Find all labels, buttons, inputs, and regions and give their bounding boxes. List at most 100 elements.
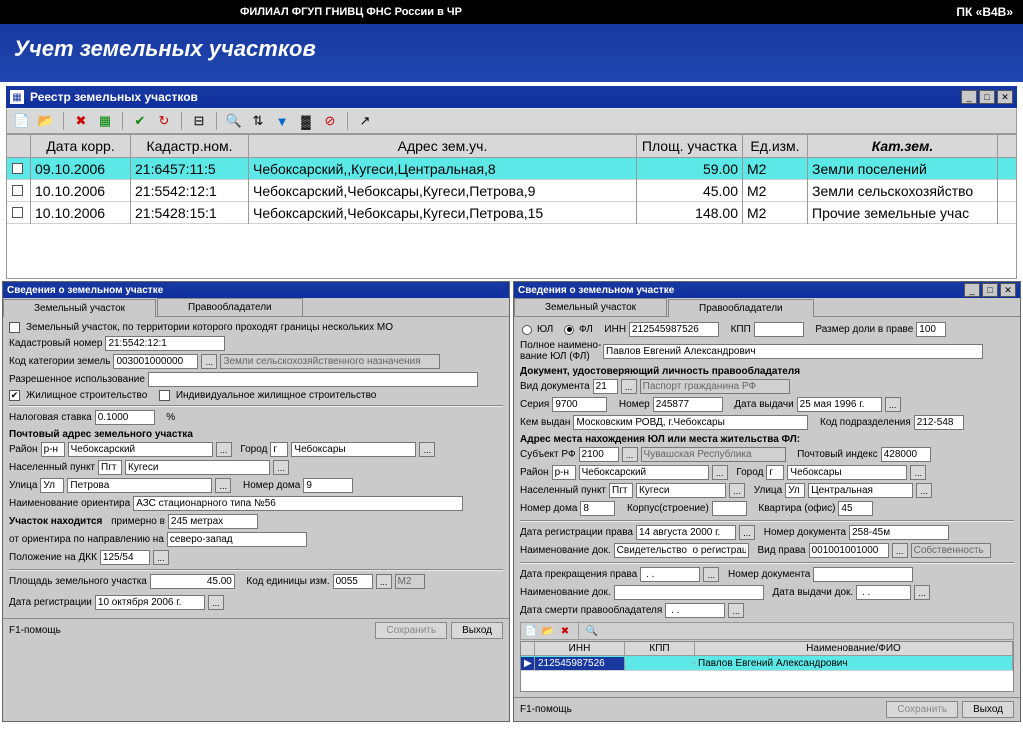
find-icon[interactable]: 🔍 bbox=[223, 111, 245, 131]
table-row[interactable]: 10.10.200621:5428:15:1Чебоксарский,Чебок… bbox=[7, 202, 1016, 224]
inp-area[interactable] bbox=[150, 574, 235, 589]
inp-subdiv[interactable] bbox=[914, 415, 964, 430]
inp-corp[interactable] bbox=[712, 501, 747, 516]
r-tab-parcel[interactable]: Земельный участок bbox=[514, 298, 667, 316]
btn-rayon[interactable]: ... bbox=[216, 442, 232, 457]
col-category[interactable]: Кат.зем. bbox=[808, 135, 998, 157]
radio-ul[interactable] bbox=[522, 325, 532, 335]
r-tab-owners[interactable]: Правообладатели bbox=[668, 299, 814, 317]
inp-orient[interactable] bbox=[133, 496, 463, 511]
mcol-kpp[interactable]: КПП bbox=[625, 642, 695, 655]
btn-death[interactable]: ... bbox=[728, 603, 744, 618]
m-del[interactable]: ✖ bbox=[557, 624, 573, 638]
check-icon[interactable]: ✔ bbox=[129, 111, 151, 131]
inp-enddocdate[interactable] bbox=[856, 585, 911, 600]
excel-icon[interactable]: ▦ bbox=[94, 111, 116, 131]
sort-icon[interactable]: ⇅ bbox=[247, 111, 269, 131]
r-inp-house[interactable] bbox=[580, 501, 615, 516]
inp-house[interactable] bbox=[303, 478, 353, 493]
row-checkbox[interactable] bbox=[12, 163, 23, 174]
btn-dkk[interactable]: ... bbox=[153, 550, 169, 565]
inp-rtype[interactable] bbox=[809, 543, 889, 558]
r-minimize[interactable]: _ bbox=[964, 283, 980, 297]
btn-city[interactable]: ... bbox=[419, 442, 435, 457]
filter-icon[interactable]: ▼ bbox=[271, 111, 293, 131]
btn-regdate[interactable]: ... bbox=[208, 595, 224, 610]
inp-enddocnum[interactable] bbox=[813, 567, 913, 582]
r-btn-rayon[interactable]: ... bbox=[712, 465, 728, 480]
r-btn-np[interactable]: ... bbox=[729, 483, 745, 498]
refresh-icon[interactable]: ↻ bbox=[153, 111, 175, 131]
btn-enddocdate[interactable]: ... bbox=[914, 585, 930, 600]
col-kadnum[interactable]: Кадастр.ном. bbox=[131, 135, 249, 157]
inp-kpp[interactable] bbox=[754, 322, 804, 337]
r-inp-np[interactable] bbox=[636, 483, 726, 498]
mcol-inn[interactable]: ИНН bbox=[535, 642, 625, 655]
inp-city-pre[interactable] bbox=[270, 442, 288, 457]
inp-rayon[interactable] bbox=[68, 442, 213, 457]
chk-housing[interactable]: ✔ bbox=[9, 390, 20, 401]
export-icon[interactable]: ↗ bbox=[354, 111, 376, 131]
table-row[interactable]: 09.10.200621:6457:11:5Чебоксарский,,Куге… bbox=[7, 158, 1016, 180]
minimize-button[interactable]: _ bbox=[961, 90, 977, 104]
r-inp-city[interactable] bbox=[787, 465, 907, 480]
r-inp-city-pre[interactable] bbox=[766, 465, 784, 480]
tab-owners[interactable]: Правообладатели bbox=[157, 298, 303, 316]
btn-issued[interactable]: ... bbox=[885, 397, 901, 412]
btn-street[interactable]: ... bbox=[215, 478, 231, 493]
btn-subj[interactable]: ... bbox=[622, 447, 638, 462]
r-inp-street[interactable] bbox=[808, 483, 913, 498]
delete-icon[interactable]: ✖ bbox=[70, 111, 92, 131]
inp-np[interactable] bbox=[125, 460, 270, 475]
btn-end[interactable]: ... bbox=[703, 567, 719, 582]
inp-apt[interactable] bbox=[838, 501, 873, 516]
radio-fl[interactable] bbox=[564, 325, 574, 335]
inp-unitcode[interactable] bbox=[333, 574, 373, 589]
r-inp-rayon[interactable] bbox=[579, 465, 709, 480]
chk-multi-mo[interactable] bbox=[9, 322, 20, 333]
inp-dist[interactable] bbox=[168, 514, 258, 529]
btn-save-right[interactable]: Сохранить bbox=[886, 701, 958, 718]
mini-row[interactable]: ▶ 212545987526 Павлов Евгений Александро… bbox=[521, 656, 1013, 671]
inp-zip[interactable] bbox=[881, 447, 931, 462]
m-find[interactable]: 🔍 bbox=[584, 624, 600, 638]
r-btn-street[interactable]: ... bbox=[916, 483, 932, 498]
tab-parcel[interactable]: Земельный участок bbox=[3, 299, 156, 317]
inp-subj[interactable] bbox=[579, 447, 619, 462]
r-inp-rayon-pre[interactable] bbox=[552, 465, 576, 480]
r-maximize[interactable]: □ bbox=[982, 283, 998, 297]
row-checkbox[interactable] bbox=[12, 207, 23, 218]
btn-save-left[interactable]: Сохранить bbox=[375, 622, 447, 639]
inp-dkk[interactable] bbox=[100, 550, 150, 565]
inp-issued[interactable] bbox=[797, 397, 882, 412]
inp-taxrate[interactable] bbox=[95, 410, 155, 425]
inp-np-pre[interactable] bbox=[98, 460, 122, 475]
close-button[interactable]: ✕ bbox=[997, 90, 1013, 104]
chk-indiv[interactable] bbox=[159, 390, 170, 401]
col-unit[interactable]: Ед.изм. bbox=[743, 135, 808, 157]
tree-icon[interactable]: ⊟ bbox=[188, 111, 210, 131]
inp-inn[interactable] bbox=[629, 322, 719, 337]
btn-catcode-lookup[interactable]: ... bbox=[201, 354, 217, 369]
mcol-name[interactable]: Наименование/ФИО bbox=[695, 642, 1013, 655]
btn-np[interactable]: ... bbox=[273, 460, 289, 475]
inp-doctype[interactable] bbox=[593, 379, 618, 394]
r-inp-regdate[interactable] bbox=[636, 525, 736, 540]
btn-exit-right[interactable]: Выход bbox=[962, 701, 1014, 718]
color-icon[interactable]: ▓ bbox=[295, 111, 317, 131]
btn-rtype[interactable]: ... bbox=[892, 543, 908, 558]
btn-unit[interactable]: ... bbox=[376, 574, 392, 589]
inp-docname2[interactable] bbox=[614, 543, 749, 558]
new-icon[interactable]: 📄 bbox=[11, 111, 33, 131]
inp-end[interactable] bbox=[640, 567, 700, 582]
cancel-icon[interactable]: ⊘ bbox=[319, 111, 341, 131]
inp-ser[interactable] bbox=[552, 397, 607, 412]
btn-doctype[interactable]: ... bbox=[621, 379, 637, 394]
open-icon[interactable]: 📂 bbox=[35, 111, 57, 131]
col-date[interactable]: Дата корр. bbox=[31, 135, 131, 157]
m-open[interactable]: 📂 bbox=[540, 624, 556, 638]
btn-exit-left[interactable]: Выход bbox=[451, 622, 503, 639]
table-row[interactable]: 10.10.200621:5542:12:1Чебоксарский,Чебок… bbox=[7, 180, 1016, 202]
r-inp-street-pre[interactable] bbox=[785, 483, 805, 498]
r-inp-np-pre[interactable] bbox=[609, 483, 633, 498]
